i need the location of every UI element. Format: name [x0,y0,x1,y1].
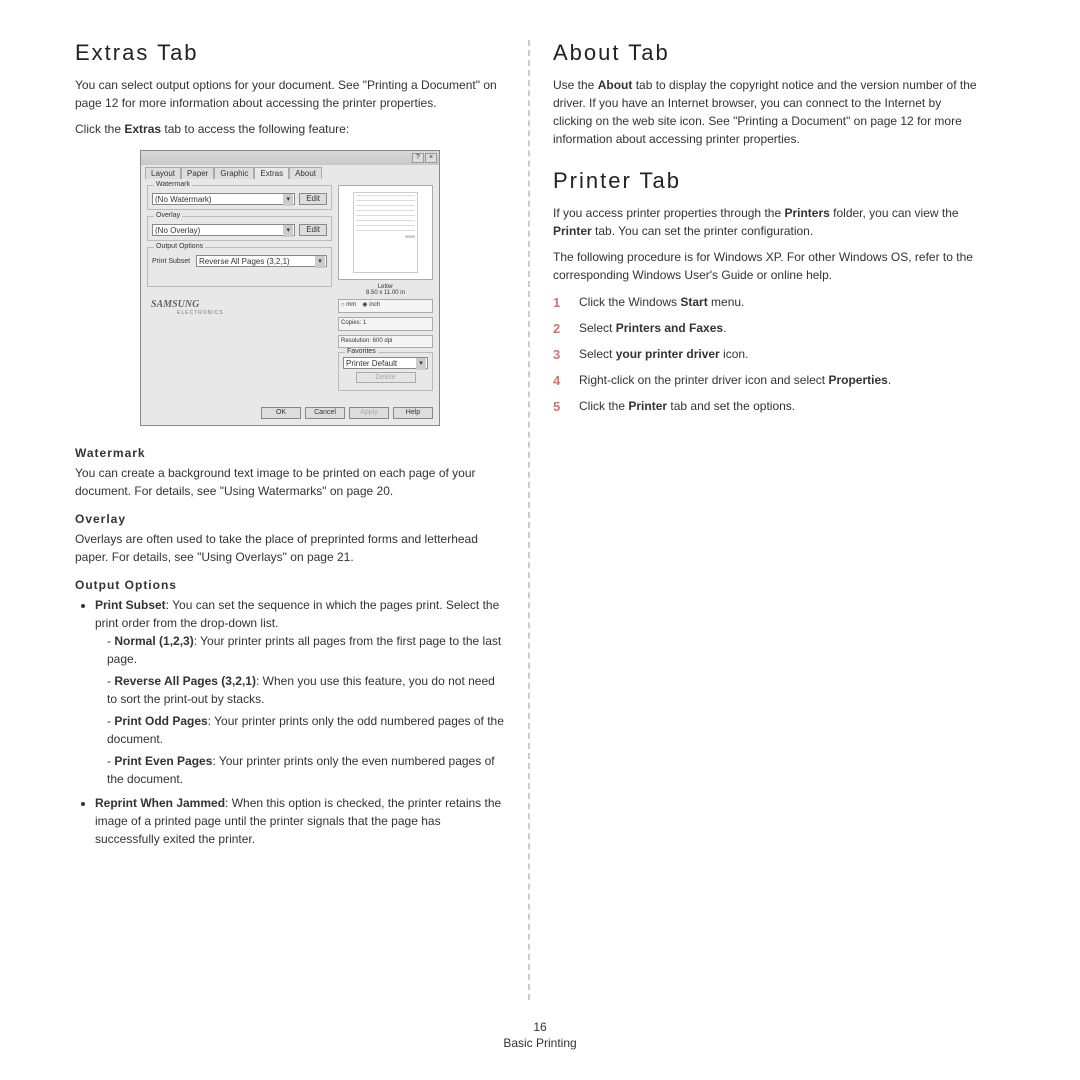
step-3: 3Select your printer driver icon. [553,344,983,366]
tab-about[interactable]: About [289,167,322,179]
print-subset-label: Print Subset [152,258,192,265]
list-item: Reverse All Pages (3,2,1): When you use … [107,672,505,708]
step-2: 2Select Printers and Faxes. [553,318,983,340]
section-name: Basic Printing [0,1036,1080,1050]
about-tab-text: Use the About tab to display the copyrig… [553,76,983,148]
tab-layout[interactable]: Layout [145,167,181,179]
favorites-delete-button[interactable]: Delete [356,372,416,383]
dialog-tabs: Layout Paper Graphic Extras About [141,165,439,179]
list-item: Print Subset: You can set the sequence i… [95,596,505,788]
output-subhead: Output Options [75,578,505,592]
column-divider [528,40,530,1000]
watermark-select[interactable]: (No Watermark) [152,193,295,205]
favorites-select[interactable]: Printer Default [343,357,428,369]
extras-tab-heading: Extras Tab [75,40,505,66]
preview-page-icon [353,192,418,273]
dialog-left-panel: Watermark (No Watermark) Edit Overlay (N… [147,185,332,397]
units-box: ○ mm ◉ inch [338,299,433,313]
ok-button[interactable]: OK [261,407,301,419]
brand-logo: SAMSUNG [147,293,332,310]
step-1: 1Click the Windows Start menu. [553,292,983,314]
step-5: 5Click the Printer tab and set the optio… [553,396,983,418]
list-item: Normal (1,2,3): Your printer prints all … [107,632,505,668]
watermark-subhead: Watermark [75,446,505,460]
watermark-edit-button[interactable]: Edit [299,193,327,205]
favorites-legend: Favorites [345,348,378,355]
list-item: Print Even Pages: Your printer prints on… [107,752,505,788]
dialog-titlebar: ? × [141,151,439,165]
copies-info: Copies: 1 [338,317,433,331]
favorites-fieldset: Favorites Printer Default Delete [338,352,433,391]
resolution-info: Resolution: 600 dpi [338,335,433,349]
extras-dialog-screenshot: ? × Layout Paper Graphic Extras About Wa… [140,150,440,426]
tab-graphic[interactable]: Graphic [214,167,254,179]
printer-tab-text1: If you access printer properties through… [553,204,983,240]
inch-radio[interactable]: ◉ inch [362,302,380,310]
tab-extras[interactable]: Extras [254,167,289,179]
help-button[interactable]: Help [393,407,433,419]
overlay-edit-button[interactable]: Edit [299,224,327,236]
printer-tab-heading: Printer Tab [553,168,983,194]
right-column: About Tab Use the About tab to display t… [538,40,998,1000]
printer-tab-text2: The following procedure is for Windows X… [553,248,983,284]
step-4: 4Right-click on the printer driver icon … [553,370,983,392]
watermark-legend: Watermark [154,181,192,188]
page-content: Extras Tab You can select output options… [0,0,1080,1000]
watermark-fieldset: Watermark (No Watermark) Edit [147,185,332,210]
list-item: Reprint When Jammed: When this option is… [95,794,505,848]
left-column: Extras Tab You can select output options… [60,40,520,1000]
cancel-button[interactable]: Cancel [305,407,345,419]
overlay-legend: Overlay [154,212,182,219]
page-footer: 16 Basic Printing [0,1020,1080,1050]
dialog-right-panel: Letter 8.50 x 11.00 in ○ mm ◉ inch Copie… [338,185,433,397]
overlay-fieldset: Overlay (No Overlay) Edit [147,216,332,241]
print-subset-select[interactable]: Reverse All Pages (3,2,1) [196,255,327,267]
list-item: Print Odd Pages: Your printer prints onl… [107,712,505,748]
brand-sub: ELECTRONICS [147,310,332,316]
printer-steps: 1Click the Windows Start menu. 2Select P… [553,292,983,418]
extras-intro: You can select output options for your d… [75,76,505,112]
page-number: 16 [0,1020,1080,1034]
extras-click-line: Click the Extras tab to access the follo… [75,120,505,138]
paper-size: 8.50 x 11.00 in [338,290,433,296]
close-window-icon[interactable]: × [425,153,437,163]
overlay-text: Overlays are often used to take the plac… [75,530,505,566]
overlay-subhead: Overlay [75,512,505,526]
overlay-select[interactable]: (No Overlay) [152,224,295,236]
mm-radio[interactable]: ○ mm [341,302,356,310]
dialog-body: Watermark (No Watermark) Edit Overlay (N… [141,179,439,403]
about-tab-heading: About Tab [553,40,983,66]
watermark-text: You can create a background text image t… [75,464,505,500]
dialog-footer: OK Cancel Apply Help [141,403,439,425]
output-options-fieldset: Output Options Print Subset Reverse All … [147,247,332,287]
output-list: Print Subset: You can set the sequence i… [75,596,505,848]
page-preview [338,185,433,280]
help-window-icon[interactable]: ? [412,153,424,163]
output-legend: Output Options [154,243,205,250]
tab-paper[interactable]: Paper [181,167,214,179]
apply-button[interactable]: Apply [349,407,389,419]
